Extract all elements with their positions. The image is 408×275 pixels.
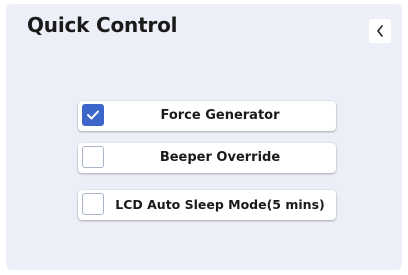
option-label: Force Generator: [160, 108, 280, 123]
option-beeper-override[interactable]: Beeper Override: [78, 143, 336, 173]
option-label: Beeper Override: [159, 150, 281, 165]
checkmark-icon: [87, 110, 99, 120]
force-generator-checkbox[interactable]: [82, 104, 104, 126]
chevron-left-icon: [377, 25, 383, 37]
option-force-generator[interactable]: Force Generator: [78, 101, 336, 131]
panel-title: Quick Control: [27, 13, 178, 37]
option-lcd-auto-sleep[interactable]: LCD Auto Sleep Mode(5 mins): [78, 190, 336, 220]
beeper-override-checkbox[interactable]: [82, 146, 104, 168]
quick-control-panel: Quick Control: [6, 4, 402, 270]
collapse-button[interactable]: [369, 19, 391, 43]
option-label: LCD Auto Sleep Mode(5 mins): [115, 197, 325, 212]
lcd-auto-sleep-checkbox[interactable]: [82, 193, 104, 215]
